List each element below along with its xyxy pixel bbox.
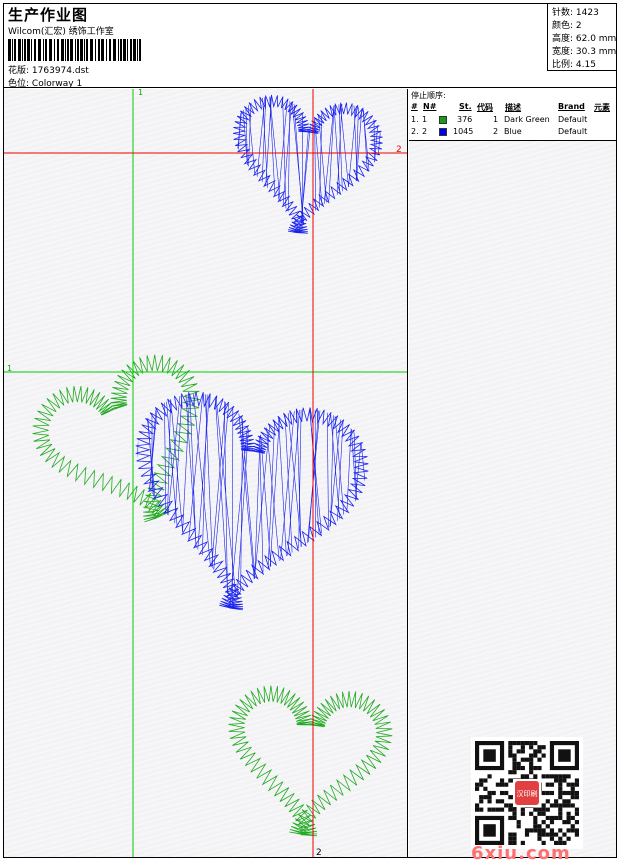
header: 生产作业图 Wilcom(汇宏) 绣饰工作室 花版: 1763974.dst 色… [3,3,617,88]
colorway-label: 色位: [8,79,29,89]
col-index: # [411,102,418,111]
table-row[interactable]: 2. 2 1045 2 Blue Default [409,127,616,139]
panel-body: 汉印刷 6xiu.com [409,141,616,857]
stat-stitches: 针数: 1423 [552,5,599,18]
file-label: 花版: [8,66,29,76]
colorway-name: Colorway 1 [32,79,82,89]
guide-label-h2: 2 [396,145,402,155]
barcode [8,39,143,61]
col-element: 元素 [594,102,610,113]
stat-width: 宽度: 30.3 mm [552,44,616,57]
row-stitches: 1045 [453,127,473,136]
color-swatch [439,128,447,136]
guide-label-h1: 1 [7,364,12,373]
green-heart-bottom [229,686,393,836]
blue-heart-large-fill [4,271,408,703]
col-stitches: St. [459,102,472,111]
col-n: N# [423,102,436,111]
row-description: Blue [504,127,522,136]
row-brand: Default [558,127,587,136]
row-n: 1 [422,115,427,124]
colorway-line: 色位: Colorway 1 [8,76,82,89]
guide-label-v1: 1 [138,89,143,97]
stop-sequence-label: 停止顺序: [411,90,446,101]
row-n: 2 [422,127,427,136]
file-line: 花版: 1763974.dst [8,63,89,76]
col-code: 代码 [477,102,493,113]
table-row[interactable]: 1. 1 376 1 Dark Green Default [409,115,616,127]
stop-sequence-panel: 停止顺序: # N# St. 代码 描述 Brand 元素 1. 1 376 1… [409,89,616,857]
qr-badge-text: 汉印刷 [517,790,538,798]
col-brand: Brand [558,102,585,111]
col-description: 描述 [505,102,521,113]
row-description: Dark Green [504,115,550,124]
row-brand: Default [558,115,587,124]
row-index: 1. [411,115,419,124]
embroidery-preview: 1 2 1 2 [4,89,408,857]
row-code: 1 [493,115,498,124]
blue-heart-large-edge [136,392,369,610]
stat-colors: 颜色: 2 [552,18,582,31]
color-swatch [439,116,447,124]
studio-name: Wilcom(汇宏) 绣饰工作室 [8,24,114,37]
row-code: 2 [493,127,498,136]
design-canvas: 1 2 1 2 [4,89,408,857]
page-title: 生产作业图 [8,4,88,25]
stop-sequence-table: 停止顺序: # N# St. 代码 描述 Brand 元素 1. 1 376 1… [409,89,616,141]
guide-label-v2: 2 [316,848,322,857]
row-stitches: 376 [457,115,472,124]
stat-ratio: 比例: 4.15 [552,57,596,70]
blue-heart-top-edge [233,95,383,233]
row-index: 2. [411,127,419,136]
file-name: 1763974.dst [32,66,89,76]
qr-code[interactable]: 汉印刷 [471,737,583,849]
stat-height: 高度: 62.0 mm [552,31,616,44]
stats-box: 针数: 1423 颜色: 2 高度: 62.0 mm 宽度: 30.3 mm 比… [547,3,617,71]
